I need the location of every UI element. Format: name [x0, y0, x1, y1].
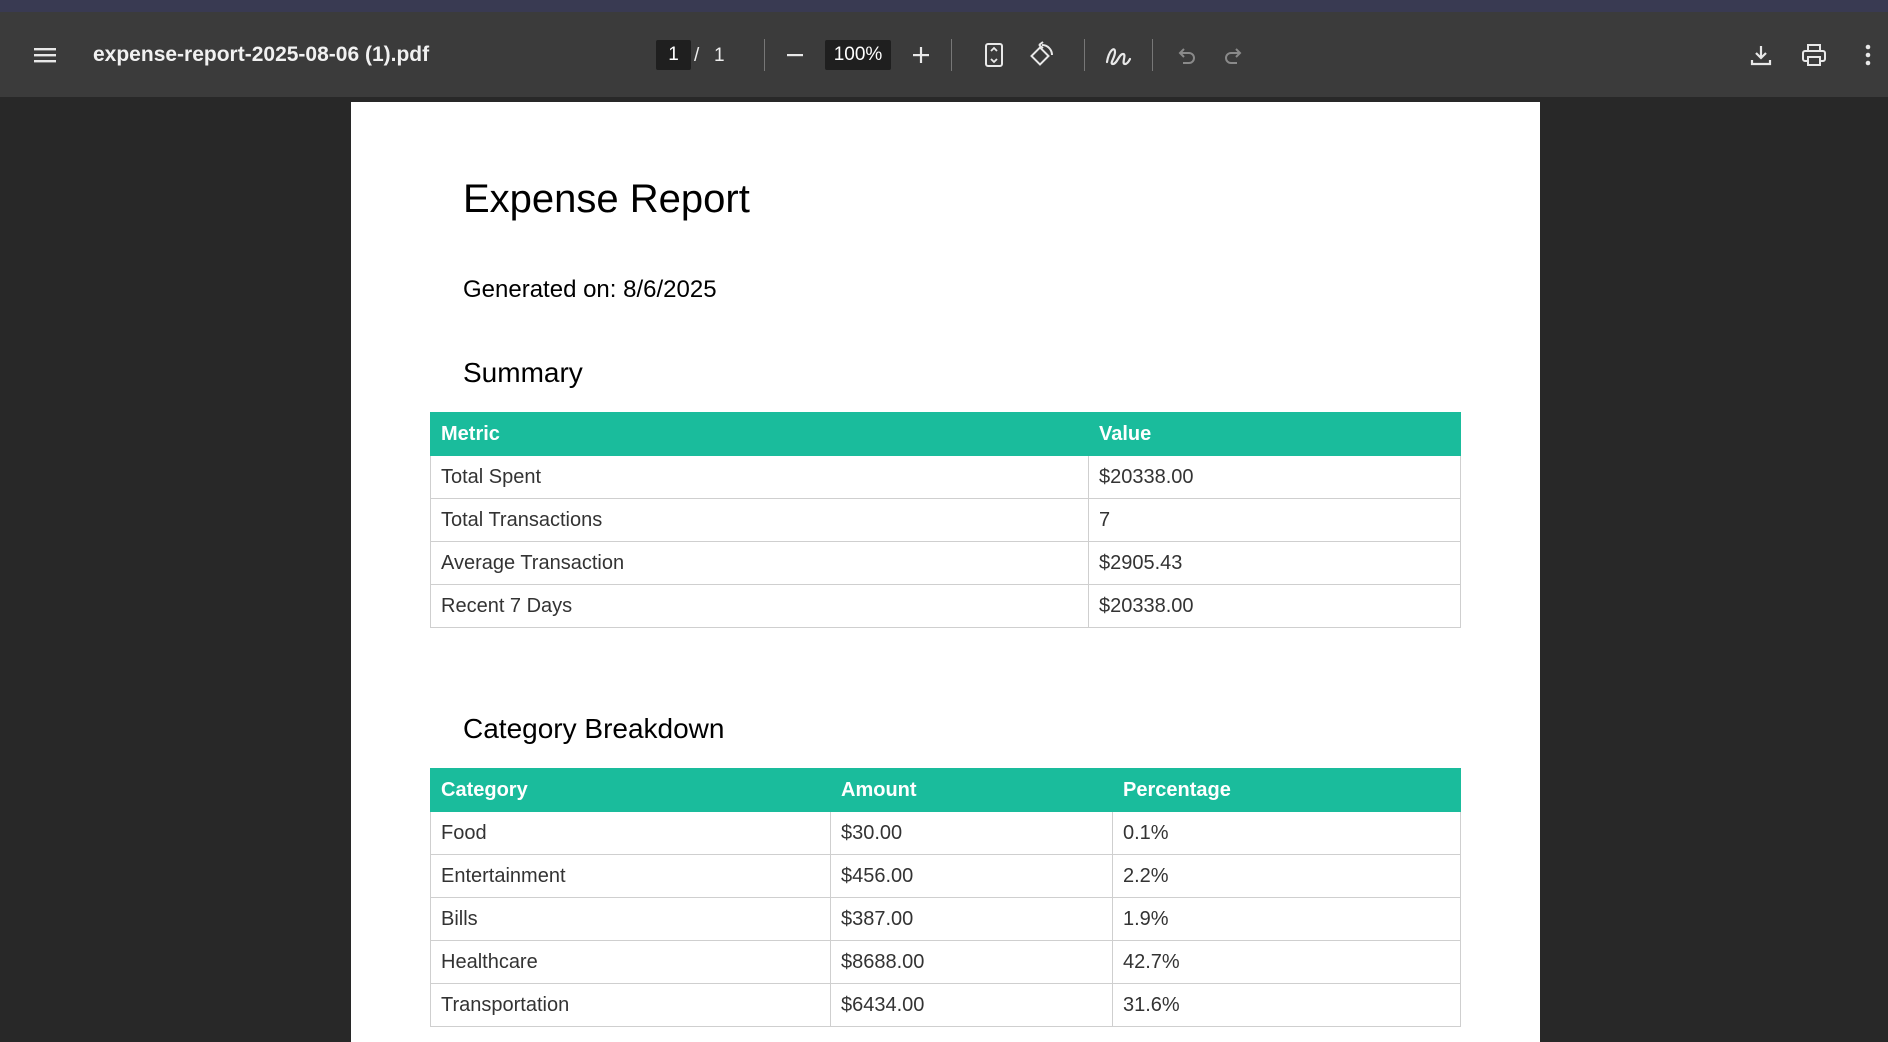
page-separator: / [694, 45, 700, 66]
table-cell: $8688.00 [830, 940, 1113, 984]
table-cell: Average Transaction [430, 541, 1089, 585]
undo-button[interactable] [1170, 39, 1202, 71]
more-vertical-icon [1865, 44, 1871, 66]
print-button[interactable] [1796, 39, 1832, 71]
download-button[interactable] [1744, 39, 1778, 71]
table-cell: Bills [430, 897, 831, 941]
redo-icon [1223, 45, 1245, 65]
more-options-button[interactable] [1856, 39, 1880, 71]
table-cell: 42.7% [1112, 940, 1461, 984]
rotate-button[interactable] [1025, 39, 1059, 71]
table-header-row: Category Amount Percentage [430, 768, 1461, 812]
table-row: Entertainment $456.00 2.2% [430, 854, 1461, 898]
zoom-out-button[interactable] [780, 39, 810, 71]
table-row: Healthcare $8688.00 42.7% [430, 940, 1461, 984]
summary-heading: Summary [463, 357, 583, 388]
toolbar-divider [1152, 39, 1153, 71]
table-row: Average Transaction $2905.43 [430, 541, 1461, 585]
table-cell: Total Spent [430, 455, 1089, 499]
pdf-toolbar: expense-report-2025-08-06 (1).pdf 1 / 1 … [0, 12, 1888, 97]
generated-date: Generated on: 8/6/2025 [463, 276, 717, 303]
plus-icon [912, 46, 930, 64]
table-row: Transportation $6434.00 31.6% [430, 983, 1461, 1027]
table-cell: 7 [1088, 498, 1461, 542]
table-cell: 0.1% [1112, 811, 1461, 855]
toolbar-divider [951, 39, 952, 71]
table-cell: $20338.00 [1088, 455, 1461, 499]
window-top-strip [0, 0, 1888, 12]
category-table: Category Amount Percentage Food $30.00 0… [430, 768, 1461, 1027]
table-cell: $6434.00 [830, 983, 1113, 1027]
undo-icon [1175, 45, 1197, 65]
print-icon [1801, 43, 1827, 67]
table-cell: Entertainment [430, 854, 831, 898]
table-row: Bills $387.00 1.9% [430, 897, 1461, 941]
table-row: Total Spent $20338.00 [430, 455, 1461, 499]
download-icon [1749, 43, 1773, 67]
zoom-in-button[interactable] [906, 39, 936, 71]
table-header-row: Metric Value [430, 412, 1461, 456]
table-cell: Food [430, 811, 831, 855]
hamburger-menu-icon [33, 46, 57, 64]
annotate-button[interactable] [1101, 39, 1135, 71]
toolbar-divider [1084, 39, 1085, 71]
zoom-level-input[interactable]: 100% [825, 40, 891, 70]
column-header: Amount [830, 768, 1113, 812]
annotate-pen-icon [1104, 42, 1132, 68]
table-row: Total Transactions 7 [430, 498, 1461, 542]
table-cell: $30.00 [830, 811, 1113, 855]
table-cell: $387.00 [830, 897, 1113, 941]
column-header: Metric [430, 412, 1089, 456]
category-breakdown-heading: Category Breakdown [463, 713, 725, 744]
table-cell: Total Transactions [430, 498, 1089, 542]
column-header: Value [1088, 412, 1461, 456]
table-cell: 31.6% [1112, 983, 1461, 1027]
table-cell: $456.00 [830, 854, 1113, 898]
menu-button[interactable] [28, 40, 62, 70]
page-total: 1 [714, 45, 725, 66]
document-filename: expense-report-2025-08-06 (1).pdf [93, 43, 430, 66]
report-title: Expense Report [463, 177, 750, 221]
column-header: Percentage [1112, 768, 1461, 812]
minus-icon [786, 46, 804, 64]
fit-to-page-button[interactable] [978, 39, 1010, 71]
pdf-page: Expense Report Generated on: 8/6/2025 Su… [351, 102, 1540, 1042]
table-cell: $20338.00 [1088, 584, 1461, 628]
table-row: Food $30.00 0.1% [430, 811, 1461, 855]
column-header: Category [430, 768, 831, 812]
table-cell: 2.2% [1112, 854, 1461, 898]
table-row: Recent 7 Days $20338.00 [430, 584, 1461, 628]
toolbar-divider [764, 39, 765, 71]
table-cell: 1.9% [1112, 897, 1461, 941]
fit-to-page-icon [984, 42, 1004, 68]
table-cell: Healthcare [430, 940, 831, 984]
table-cell: Transportation [430, 983, 831, 1027]
page-number-input[interactable]: 1 [656, 40, 691, 70]
rotate-icon [1028, 41, 1056, 69]
summary-table: Metric Value Total Spent $20338.00 Total… [430, 412, 1461, 628]
redo-button[interactable] [1218, 39, 1250, 71]
table-cell: $2905.43 [1088, 541, 1461, 585]
table-cell: Recent 7 Days [430, 584, 1089, 628]
